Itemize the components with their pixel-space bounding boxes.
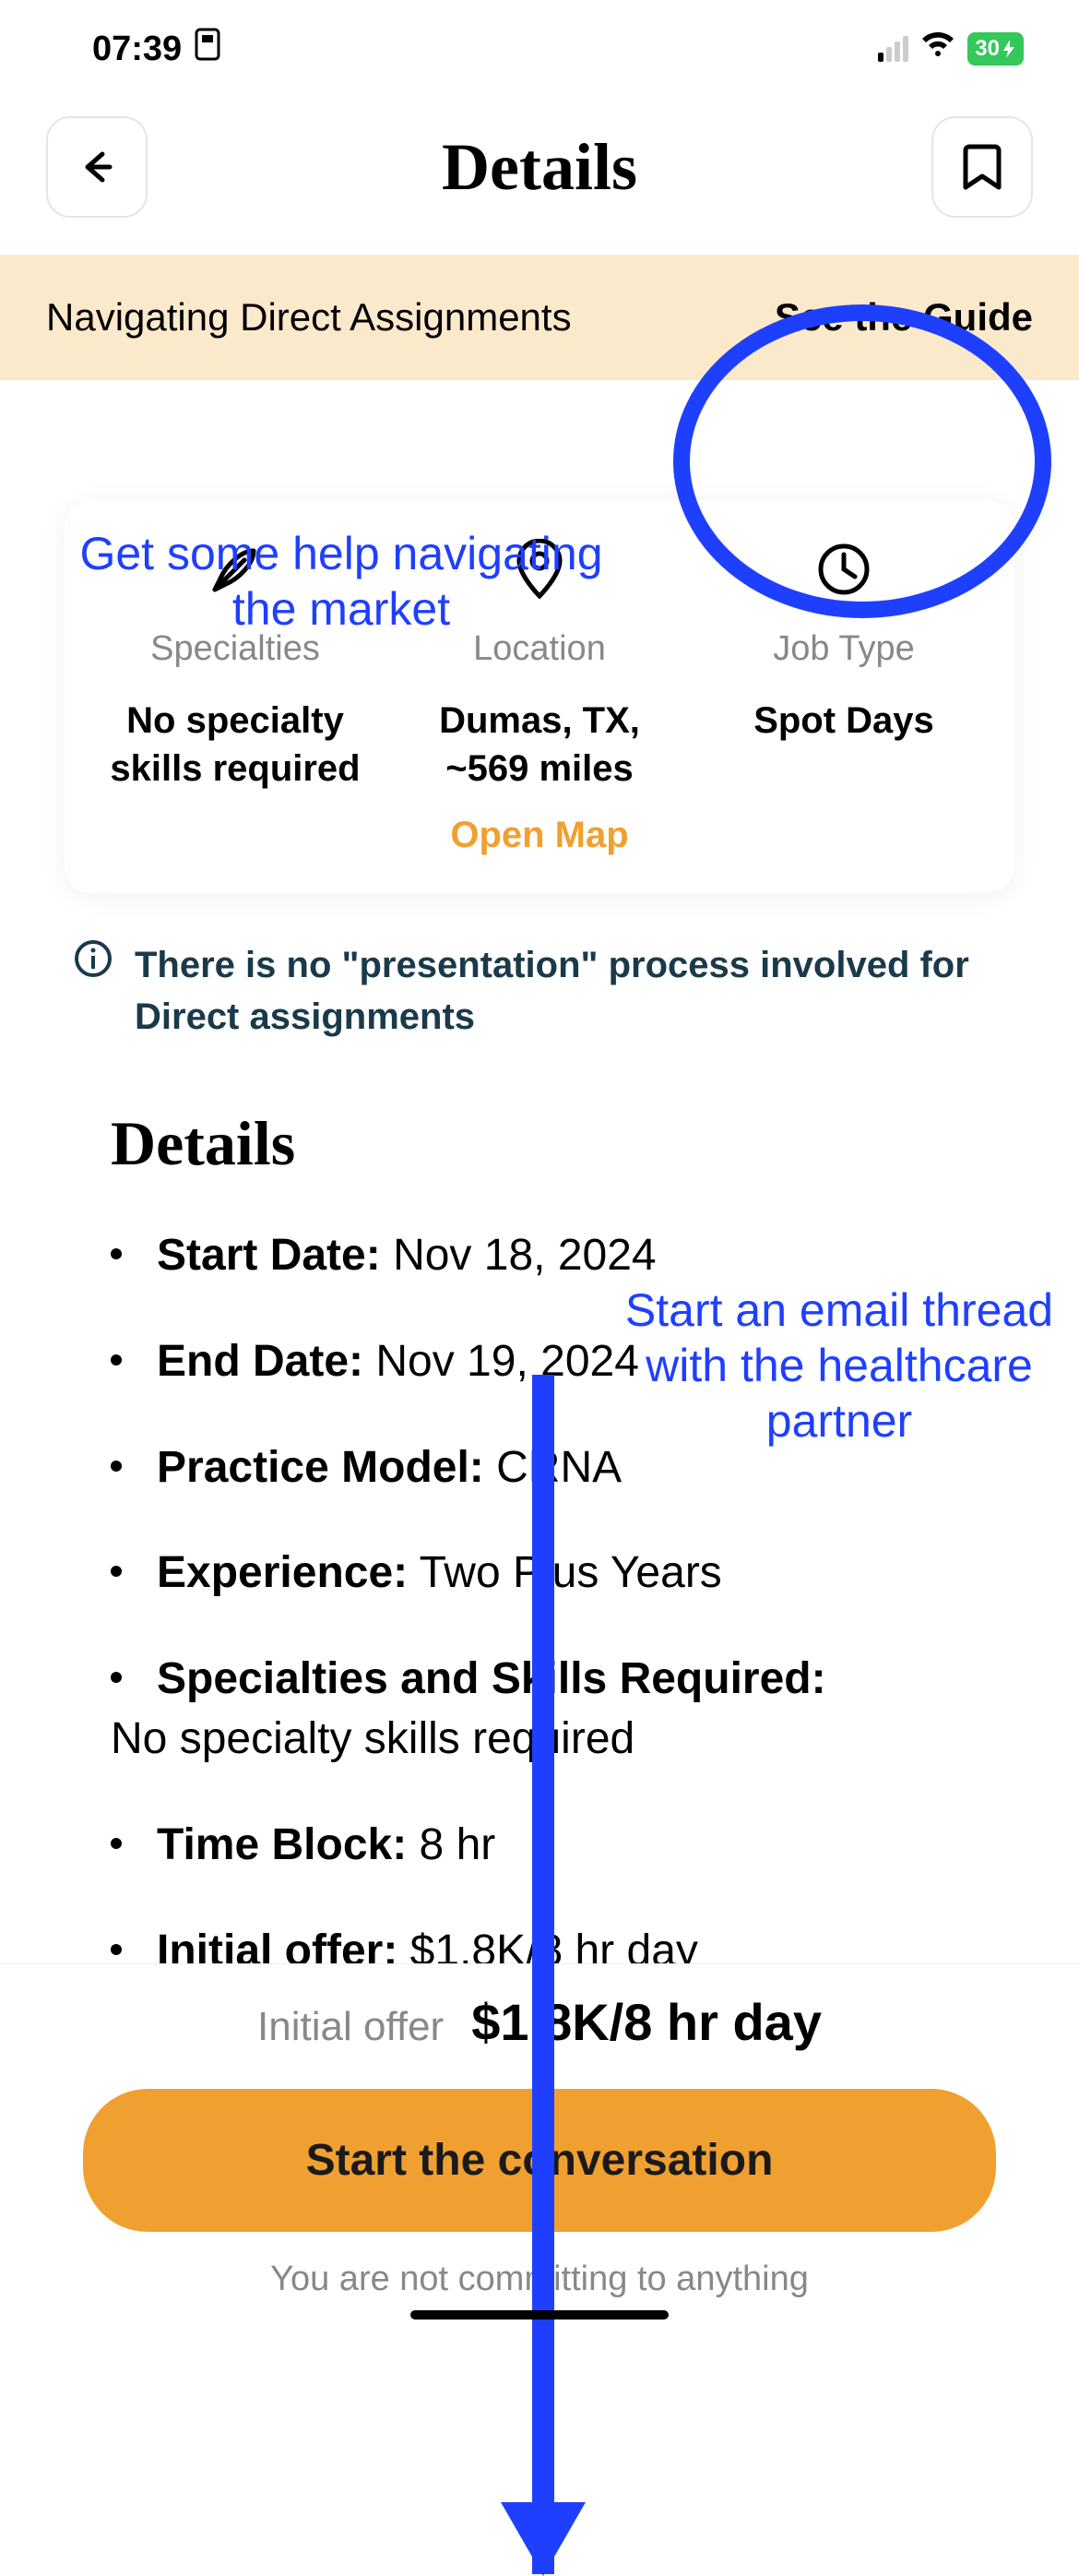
info-icon — [74, 939, 113, 1043]
start-date-value: Nov 18, 2024 — [393, 1231, 657, 1280]
offer-label: Initial offer — [257, 2004, 444, 2050]
clock-icon — [701, 537, 987, 602]
details-list: Start Date: Nov 18, 2024 End Date: Nov 1… — [111, 1226, 968, 1981]
detail-specialties-skills: Specialties and Skills Required: No spec… — [111, 1650, 968, 1770]
home-indicator — [410, 2310, 669, 2320]
back-button[interactable] — [46, 116, 148, 218]
info-note-text: There is no "presentation" process invol… — [135, 939, 1005, 1043]
cta-subtext: You are not committing to anything — [83, 2260, 996, 2299]
summary-card: Specialties No specialty skills required… — [65, 500, 1014, 893]
detail-practice-model: Practice Model: CRNA — [111, 1438, 968, 1498]
specialties-value: No specialty skills required — [92, 697, 378, 793]
summary-jobtype: Job Type Spot Days — [692, 537, 996, 793]
offer-value: $1.8K/8 hr day — [471, 1992, 822, 2052]
arrow-left-icon — [77, 147, 117, 187]
pin-icon — [397, 537, 682, 602]
experience-value: Two Plus Years — [420, 1548, 722, 1597]
experience-label: Experience: — [157, 1548, 408, 1597]
offer-summary: Initial offer $1.8K/8 hr day — [83, 1992, 996, 2052]
location-value: Dumas, TX, ~569 miles — [397, 697, 682, 793]
signal-icon — [878, 36, 908, 62]
end-date-label: End Date: — [157, 1337, 363, 1386]
detail-experience: Experience: Two Plus Years — [111, 1544, 968, 1604]
status-time: 07:39 — [92, 30, 182, 69]
details-heading: Details — [111, 1107, 968, 1180]
details-section: Details Start Date: Nov 18, 2024 End Dat… — [0, 1070, 1079, 1981]
jobtype-label: Job Type — [701, 629, 987, 669]
banner-text: Navigating Direct Assignments — [46, 295, 572, 340]
battery-level: 30 — [975, 36, 1000, 62]
detail-start-date: Start Date: Nov 18, 2024 — [111, 1226, 968, 1286]
summary-location: Location Dumas, TX, ~569 miles — [387, 537, 692, 793]
status-bar: 07:39 30 — [0, 0, 1079, 89]
status-card-icon — [195, 28, 220, 70]
specialties-skills-label: Specialties and Skills Required: — [157, 1654, 826, 1703]
jobtype-value: Spot Days — [701, 697, 987, 745]
specialties-label: Specialties — [92, 629, 378, 669]
end-date-value: Nov 19, 2024 — [375, 1337, 639, 1386]
wifi-icon — [919, 30, 956, 69]
guide-banner: Navigating Direct Assignments See the Gu… — [0, 255, 1079, 380]
practice-model-label: Practice Model: — [157, 1443, 484, 1492]
bookmark-icon — [962, 143, 1002, 191]
feather-icon — [92, 537, 378, 602]
practice-model-value: CRNA — [496, 1443, 622, 1492]
see-guide-link[interactable]: See the Guide — [775, 295, 1033, 340]
bookmark-button[interactable] — [931, 116, 1033, 218]
nav-bar: Details — [0, 89, 1079, 255]
start-conversation-button[interactable]: Start the conversation — [83, 2089, 996, 2232]
detail-time-block: Time Block: 8 hr — [111, 1816, 968, 1876]
location-label: Location — [397, 629, 682, 669]
time-block-value: 8 hr — [420, 1820, 496, 1869]
summary-specialties: Specialties No specialty skills required — [83, 537, 387, 793]
open-map-link[interactable]: Open Map — [83, 815, 996, 856]
bottom-bar: Initial offer $1.8K/8 hr day Start the c… — [0, 1963, 1079, 2336]
page-title: Details — [442, 129, 637, 206]
specialties-skills-value: No specialty skills required — [111, 1710, 968, 1770]
start-date-label: Start Date: — [157, 1231, 381, 1280]
detail-end-date: End Date: Nov 19, 2024 — [111, 1332, 968, 1392]
time-block-label: Time Block: — [157, 1820, 407, 1869]
info-note: There is no "presentation" process invol… — [0, 893, 1079, 1070]
battery-icon: 30 — [967, 32, 1024, 66]
